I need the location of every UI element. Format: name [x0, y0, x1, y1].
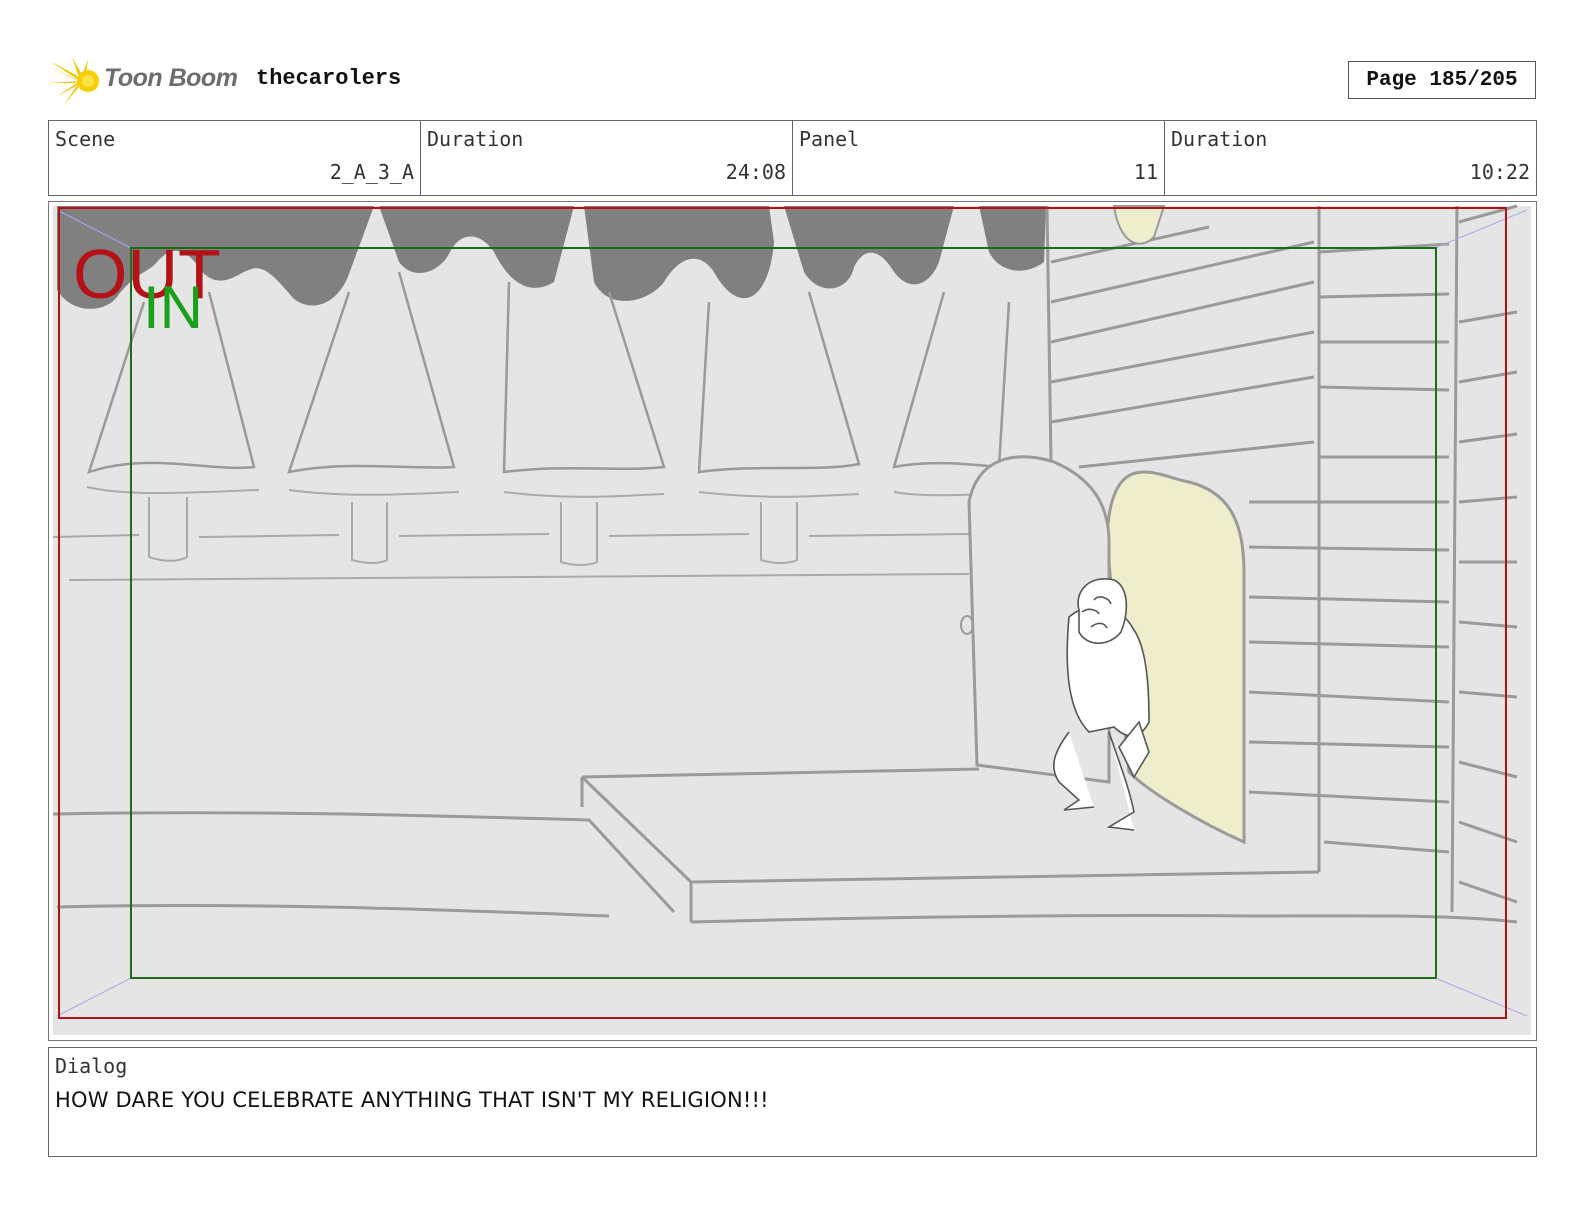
panel-duration-label: Duration	[1171, 127, 1268, 151]
dialog-text: HOW DARE YOU CELEBRATE ANYTHING THAT ISN…	[55, 1088, 769, 1112]
page-indicator: Page 185/205	[1348, 61, 1536, 99]
project-title: thecarolers	[256, 66, 402, 91]
panel-cell: Panel 11	[793, 121, 1165, 195]
dialog-box: Dialog HOW DARE YOU CELEBRATE ANYTHING T…	[48, 1047, 1537, 1157]
panel-duration-cell: Duration 10:22	[1165, 121, 1536, 195]
panel-info-table: Scene 2_A_3_A Duration 24:08 Panel 11 Du…	[48, 120, 1537, 196]
panel-sketch: OUT IN	[52, 204, 1531, 1035]
panel-duration-value: 10:22	[1469, 160, 1530, 184]
scene-duration-cell: Duration 24:08	[421, 121, 793, 195]
panel-label: Panel	[799, 127, 860, 151]
scene-label: Scene	[55, 127, 116, 151]
sunburst-icon	[50, 57, 99, 105]
dialog-label: Dialog	[55, 1054, 128, 1078]
panel-value: 11	[1133, 160, 1158, 184]
toon-boom-logo: Toon Boom	[50, 55, 240, 107]
in-label: IN	[143, 274, 203, 341]
scene-duration-label: Duration	[427, 127, 524, 151]
scene-value: 2_A_3_A	[329, 160, 414, 184]
sketch-background	[53, 206, 1531, 1035]
logo-text: Toon Boom	[104, 64, 238, 92]
scene-cell: Scene 2_A_3_A	[49, 121, 421, 195]
storyboard-panel: OUT IN	[48, 201, 1537, 1041]
scene-duration-value: 24:08	[725, 160, 786, 184]
